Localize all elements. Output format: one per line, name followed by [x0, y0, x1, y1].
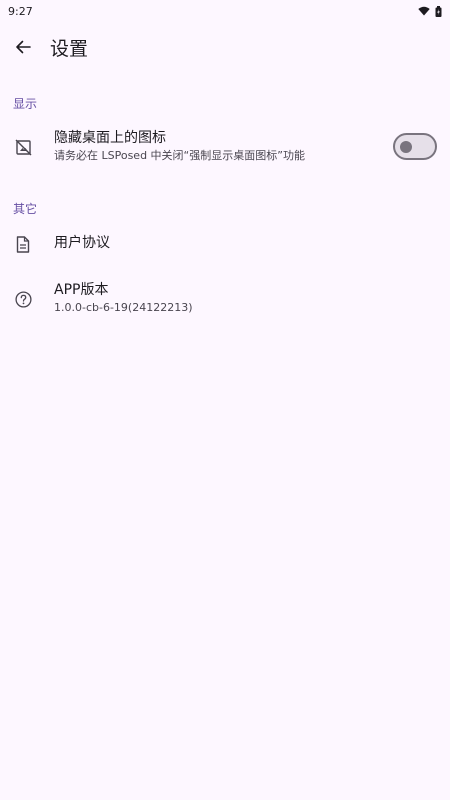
arrow-back-icon [16, 40, 31, 54]
user-agreement-row[interactable]: 用户协议 [0, 222, 450, 266]
hide-icon-switch[interactable] [393, 133, 437, 160]
status-bar: 9:27 [0, 0, 450, 22]
hide-image-icon [14, 138, 32, 156]
section-header-other: 其它 [13, 202, 38, 216]
back-button[interactable] [0, 24, 46, 70]
status-time: 9:27 [8, 4, 33, 18]
user-agreement-text: 用户协议 [54, 234, 110, 252]
setting-subtitle: 请务必在 LSPosed 中关闭“强制显示桌面图标”功能 [54, 149, 305, 162]
battery-icon [435, 5, 442, 17]
switch-thumb [400, 140, 412, 153]
status-icons [418, 5, 442, 17]
app-version-text: APP版本 1.0.0-cb-6-19(24122213) [54, 281, 193, 316]
document-icon [14, 235, 32, 253]
app-version-row[interactable]: APP版本 1.0.0-cb-6-19(24122213) [0, 276, 450, 326]
help-circle-icon [14, 290, 32, 308]
hide-icon-setting-text: 隐藏桌面上的图标 请务必在 LSPosed 中关闭“强制显示桌面图标”功能 [54, 129, 305, 164]
hide-icon-setting-row[interactable]: 隐藏桌面上的图标 请务必在 LSPosed 中关闭“强制显示桌面图标”功能 [0, 118, 450, 178]
setting-title: 隐藏桌面上的图标 [54, 130, 166, 146]
setting-title: 用户协议 [54, 235, 110, 251]
app-version-value: 1.0.0-cb-6-19(24122213) [54, 301, 193, 314]
top-app-bar: 设置 [0, 24, 450, 70]
page-title: 设置 [50, 37, 89, 60]
section-header-display: 显示 [13, 97, 38, 111]
wifi-icon [418, 6, 430, 16]
setting-title: APP版本 [54, 282, 109, 298]
